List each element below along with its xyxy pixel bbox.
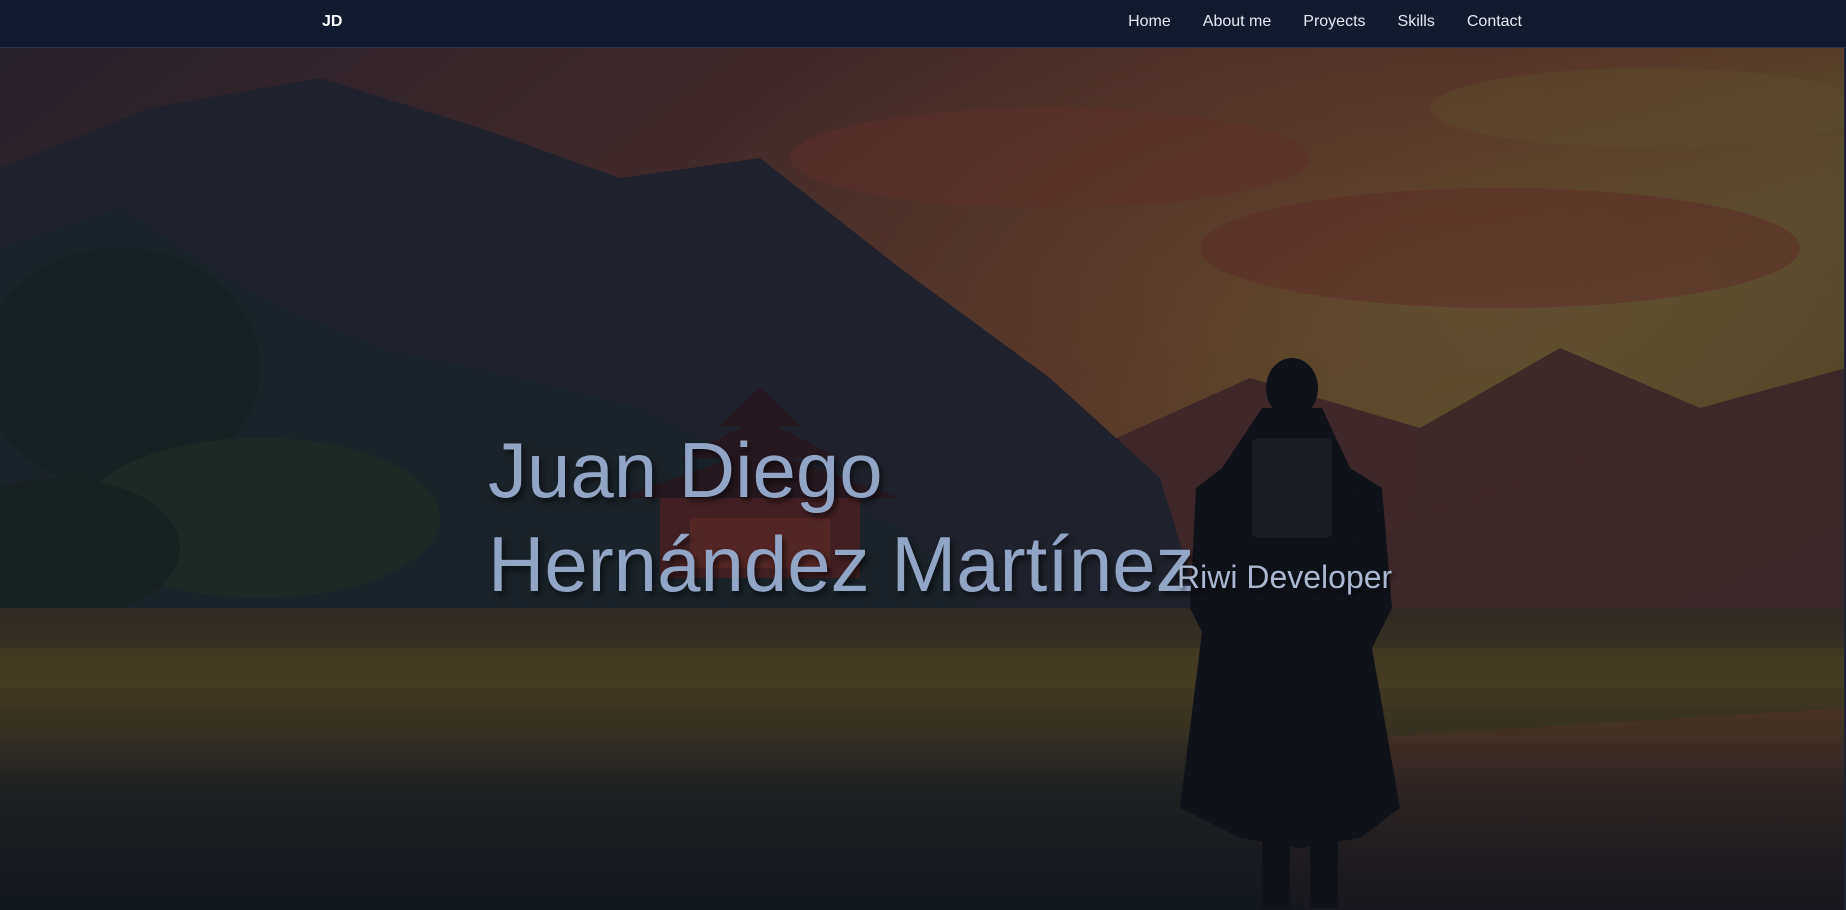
hero-name-heading: Juan Diego Hernández Martínez [488, 423, 1195, 611]
top-navbar: JD Home About me Proyects Skills Contact [0, 0, 1846, 48]
nav-link-home[interactable]: Home [1128, 13, 1171, 31]
nav-link-skills[interactable]: Skills [1398, 13, 1435, 31]
hero-role-subtitle: Riwi Developer [1177, 559, 1393, 595]
nav-link-about-me[interactable]: About me [1203, 13, 1271, 31]
hero-section: Juan Diego Hernández Martínez Riwi Devel… [0, 48, 1846, 910]
hero-name-line-2: Hernández Martínez [488, 520, 1195, 608]
nav-link-contact[interactable]: Contact [1467, 13, 1522, 31]
nav-links: Home About me Proyects Skills Contact [1096, 13, 1522, 31]
brand-logo-link[interactable]: JD [322, 13, 342, 31]
nav-link-proyects[interactable]: Proyects [1303, 13, 1365, 31]
hero-name-line-1: Juan Diego [488, 426, 883, 514]
